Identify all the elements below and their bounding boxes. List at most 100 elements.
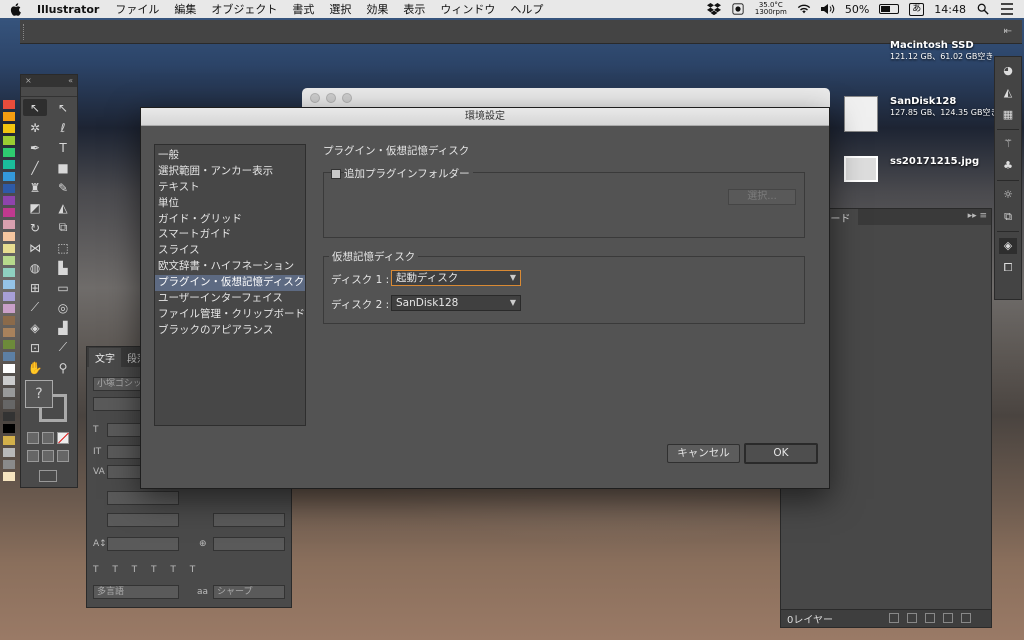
category-selection-anchor[interactable]: 選択範囲・アンカー表示 bbox=[155, 164, 305, 180]
swatch[interactable] bbox=[3, 412, 15, 421]
menu-type[interactable]: 書式 bbox=[292, 1, 314, 17]
rotation-field[interactable] bbox=[213, 537, 285, 551]
wifi-icon[interactable] bbox=[797, 3, 811, 15]
category-user-interface[interactable]: ユーザーインターフェイス bbox=[155, 291, 305, 307]
draw-behind-button[interactable] bbox=[42, 450, 54, 462]
panel-menu-icon[interactable]: ▸▸ ≡ bbox=[968, 211, 987, 221]
window-minimize-button[interactable] bbox=[326, 93, 336, 103]
shape-builder-tool-icon[interactable]: ◍ bbox=[23, 259, 47, 276]
swatches-icon[interactable]: ▦ bbox=[999, 107, 1017, 123]
swatch[interactable] bbox=[3, 364, 15, 373]
dropbox-icon[interactable] bbox=[706, 3, 721, 15]
swatch[interactable] bbox=[3, 292, 15, 301]
swatch[interactable] bbox=[3, 388, 15, 397]
swatch[interactable] bbox=[3, 220, 15, 229]
fan-icon[interactable] bbox=[731, 3, 745, 15]
blob-brush-tool-icon[interactable]: ◩ bbox=[23, 199, 47, 216]
swatch[interactable] bbox=[3, 352, 15, 361]
swatch[interactable] bbox=[3, 136, 15, 145]
type-tool-icon[interactable]: T bbox=[51, 139, 75, 156]
new-layer-icon[interactable] bbox=[943, 613, 953, 623]
line-tool-icon[interactable]: ╱ bbox=[23, 159, 47, 176]
anti-alias-select[interactable]: シャープ bbox=[213, 585, 285, 599]
fill-swatch[interactable]: ? bbox=[25, 380, 53, 408]
locate-object-icon[interactable] bbox=[889, 613, 899, 623]
category-units[interactable]: 単位 bbox=[155, 196, 305, 212]
make-clipping-mask-icon[interactable] bbox=[907, 613, 917, 623]
menu-select[interactable]: 選択 bbox=[329, 1, 351, 17]
swatch[interactable] bbox=[3, 244, 15, 253]
pen-tool-icon[interactable]: ✒ bbox=[23, 139, 47, 156]
tools-panel-grip[interactable] bbox=[21, 87, 77, 97]
swatch[interactable] bbox=[3, 256, 15, 265]
swatch[interactable] bbox=[3, 448, 15, 457]
tsume-field[interactable] bbox=[107, 491, 179, 505]
ok-button[interactable]: OK bbox=[744, 443, 818, 464]
input-method-indicator[interactable]: あ bbox=[909, 2, 925, 16]
swatch[interactable] bbox=[3, 160, 15, 169]
swatch[interactable] bbox=[3, 376, 15, 385]
swatch[interactable] bbox=[3, 208, 15, 217]
swatch[interactable] bbox=[3, 328, 15, 337]
mesh-tool-icon[interactable]: ⊞ bbox=[23, 279, 47, 296]
transform-icon[interactable]: ⧉ bbox=[999, 209, 1017, 225]
app-name[interactable]: Illustrator bbox=[37, 3, 99, 16]
lasso-tool-icon[interactable]: ℓ bbox=[51, 119, 75, 136]
artboards-icon[interactable]: ⧠ bbox=[999, 260, 1017, 276]
blend-tool-icon[interactable]: ◎ bbox=[51, 299, 75, 316]
window-zoom-button[interactable] bbox=[342, 93, 352, 103]
draw-normal-button[interactable] bbox=[27, 450, 39, 462]
clock[interactable]: 14:48 bbox=[934, 3, 966, 16]
menu-object[interactable]: オブジェクト bbox=[211, 1, 277, 17]
volume-icon[interactable] bbox=[820, 3, 835, 15]
temperature-readout[interactable]: 35.0°C 1300rpm bbox=[755, 2, 787, 16]
color-guide-icon[interactable]: ◭ bbox=[999, 85, 1017, 101]
paintbrush-tool-icon[interactable]: ♜ bbox=[23, 179, 47, 196]
menu-edit[interactable]: 編集 bbox=[174, 1, 196, 17]
new-sublayer-icon[interactable] bbox=[925, 613, 935, 623]
color-palette-icon[interactable]: ◕ bbox=[999, 63, 1017, 79]
swatch[interactable] bbox=[3, 316, 15, 325]
desktop-icon-jpg[interactable]: ss20171215.jpg bbox=[844, 156, 979, 182]
none-mode-button[interactable] bbox=[57, 432, 69, 444]
category-guides-grid[interactable]: ガイド・グリッド bbox=[155, 212, 305, 228]
fill-stroke-widget[interactable]: ? bbox=[25, 380, 75, 426]
rotate-tool-icon[interactable]: ↻ bbox=[23, 219, 47, 236]
type-style-buttons[interactable]: TTTTTT bbox=[93, 565, 209, 575]
category-type[interactable]: テキスト bbox=[155, 180, 305, 196]
close-icon[interactable]: × bbox=[25, 75, 32, 87]
width-tool-icon[interactable]: ⋈ bbox=[23, 239, 47, 256]
category-hyphenation[interactable]: 欧文辞書・ハイフネーション bbox=[155, 259, 305, 275]
menu-file[interactable]: ファイル bbox=[115, 1, 159, 17]
swatch[interactable] bbox=[3, 472, 15, 481]
color-mode-button[interactable] bbox=[27, 432, 39, 444]
swatch[interactable] bbox=[3, 184, 15, 193]
swatch[interactable] bbox=[3, 148, 15, 157]
aki-left-field[interactable] bbox=[107, 513, 179, 527]
symbol-sprayer-tool-icon[interactable]: ◈ bbox=[23, 319, 47, 336]
scale-tool-icon[interactable]: ⧉ bbox=[51, 219, 75, 236]
rectangle-tool-icon[interactable]: ■ bbox=[51, 159, 75, 176]
free-transform-tool-icon[interactable]: ⬚ bbox=[51, 239, 75, 256]
spotlight-search-icon[interactable] bbox=[976, 3, 990, 15]
swatch[interactable] bbox=[3, 460, 15, 469]
eraser-tool-icon[interactable]: ◭ bbox=[51, 199, 75, 216]
disk1-select[interactable]: 起動ディスク ▼ bbox=[391, 270, 521, 286]
swatch[interactable] bbox=[3, 340, 15, 349]
magic-wand-tool-icon[interactable]: ✲ bbox=[23, 119, 47, 136]
window-close-button[interactable] bbox=[310, 93, 320, 103]
control-bar-menu-icon[interactable]: ⇤ bbox=[1004, 26, 1012, 37]
baseline-shift-field[interactable] bbox=[107, 537, 179, 551]
selection-tool-icon[interactable]: ↖ bbox=[23, 99, 47, 116]
notification-center-icon[interactable] bbox=[1000, 3, 1014, 15]
control-bar-grip[interactable] bbox=[23, 24, 25, 40]
category-plugins-scratch-disks[interactable]: プラグイン・仮想記憶ディスク bbox=[155, 275, 305, 292]
appearance-icon[interactable]: ☼ bbox=[999, 187, 1017, 203]
choose-folder-button[interactable]: 選択... bbox=[728, 189, 796, 205]
draw-inside-button[interactable] bbox=[57, 450, 69, 462]
swatch[interactable] bbox=[3, 436, 15, 445]
screen-mode-button[interactable] bbox=[39, 470, 57, 482]
battery-percent[interactable]: 50% bbox=[845, 3, 869, 16]
collapse-icon[interactable]: « bbox=[68, 75, 73, 87]
direct-selection-tool-icon[interactable]: ↖ bbox=[51, 99, 75, 116]
